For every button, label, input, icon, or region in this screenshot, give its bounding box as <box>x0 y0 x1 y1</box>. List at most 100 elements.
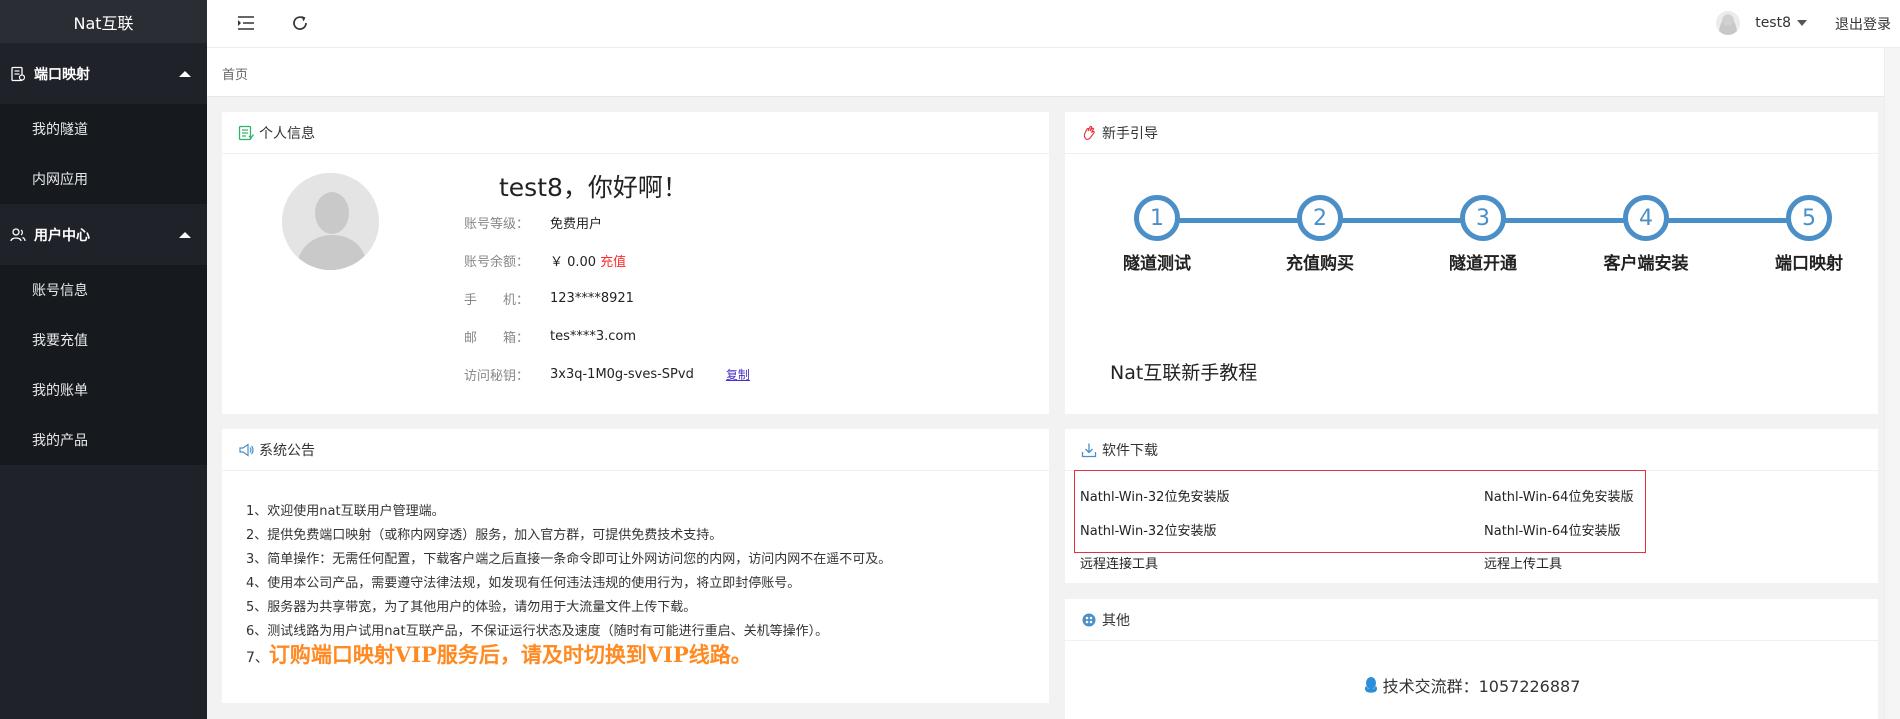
caret-down-icon <box>1797 20 1807 26</box>
download-win32-portable[interactable]: Nathl-Win-32位免安装版 <box>1080 486 1229 505</box>
menu-group-header-user-center[interactable]: 用户中心 <box>0 204 207 265</box>
card-title: 软件下载 <box>1102 442 1158 459</box>
recharge-link[interactable]: 充值 <box>600 251 626 270</box>
guide-card: 新手引导 1 隧道测试 2 充值购买 3 隧道开通 4 客户端安装 5 端口映射… <box>1065 112 1878 414</box>
megaphone-icon <box>237 441 255 459</box>
menu-group-items: 账号信息 我要充值 我的账单 我的产品 <box>0 265 207 465</box>
info-label: 账号等级： <box>464 216 530 232</box>
menu-group-label: 端口映射 <box>34 66 90 83</box>
download-card: 软件下载 Nathl-Win-32位免安装版 Nathl-Win-64位免安装版… <box>1065 429 1878 583</box>
caret-up-icon <box>179 70 191 77</box>
sidebar-item-account-info[interactable]: 账号信息 <box>0 265 207 315</box>
step-number: 3 <box>1460 195 1506 241</box>
download-highlight-box <box>1074 470 1646 553</box>
settings-dot-icon <box>1080 611 1098 629</box>
info-row-level: 账号等级： 免费用户 <box>464 212 602 232</box>
info-row-secret: 访问秘钥： 3x3q-1M0g-sves-SPvd 复制 <box>464 364 750 384</box>
step-label: 端口映射 <box>1775 254 1843 274</box>
greeting: test8，你好啊！ <box>499 173 688 202</box>
menu-group-label: 用户中心 <box>34 227 90 244</box>
brand-logo[interactable]: Nat互联 <box>0 0 207 43</box>
other-card: 其他 技术交流群：1057226887 <box>1065 599 1878 719</box>
avatar <box>1716 11 1741 35</box>
card-title: 系统公告 <box>259 442 315 459</box>
download-remote-tool[interactable]: 远程连接工具 <box>1080 553 1158 572</box>
announcement-item: 3、简单操作：无需任何配置，下载客户端之后直接一条命令即可让外网访问您的内网，访… <box>246 552 892 567</box>
download-win32-installer[interactable]: Nathl-Win-32位安装版 <box>1080 520 1216 539</box>
announcement-card: 系统公告 1、欢迎使用nat互联用户管理端。 2、提供免费端口映射（或称内网穿透… <box>222 429 1049 703</box>
guide-step-4[interactable]: 4 客户端安装 <box>1586 193 1706 274</box>
card-header: 其他 <box>1065 599 1878 641</box>
menu-group-user-center: 用户中心 账号信息 我要充值 我的账单 我的产品 <box>0 204 207 465</box>
qq-icon <box>1363 676 1379 694</box>
menu-group-port-mapping: 端口映射 我的隧道 内网应用 <box>0 43 207 204</box>
sidebar-item-intranet-apps[interactable]: 内网应用 <box>0 154 207 204</box>
port-mapping-icon <box>10 66 26 82</box>
info-row-balance: 账号余额： ￥ 0.00 充值 <box>464 250 626 270</box>
user-menu[interactable]: test8 <box>1716 9 1807 37</box>
sidebar-item-my-products[interactable]: 我的产品 <box>0 415 207 465</box>
info-row-email: 邮 箱： tes****3.com <box>464 326 636 346</box>
id-card-icon <box>237 124 255 142</box>
menu-group-items: 我的隧道 内网应用 <box>0 104 207 204</box>
announcement-item: 4、使用本公司产品，需要遵守法律法规，如发现有任何违法违规的使用行为，将立即封停… <box>246 576 801 591</box>
guide-step-1[interactable]: 1 隧道测试 <box>1097 193 1217 274</box>
card-title: 个人信息 <box>259 125 315 142</box>
card-title: 新手引导 <box>1102 125 1158 142</box>
announcement-highlight-text: 订购端口映射VIP服务后，请及时切换到VIP线路。 <box>268 642 752 667</box>
sidebar-item-my-tunnels[interactable]: 我的隧道 <box>0 104 207 154</box>
breadcrumb-home[interactable]: 首页 <box>222 64 248 83</box>
download-win64-portable[interactable]: Nathl-Win-64位免安装版 <box>1484 486 1633 505</box>
menu-collapse-icon[interactable] <box>236 13 256 33</box>
info-value: 3x3q-1M0g-sves-SPvd <box>550 366 694 382</box>
profile-card: 个人信息 test8，你好啊！ 账号等级： 免费用户 账号余额： ￥ 0.00 … <box>222 112 1049 414</box>
info-label: 邮 箱： <box>464 330 530 346</box>
scrollbar[interactable] <box>1884 48 1900 719</box>
card-header: 系统公告 <box>222 429 1049 471</box>
announcement-number: 7、 <box>246 650 269 666</box>
guide-step-5[interactable]: 5 端口映射 <box>1749 193 1869 274</box>
menu-group-header-port-mapping[interactable]: 端口映射 <box>0 43 207 104</box>
info-row-phone: 手 机： 123****8921 <box>464 288 634 308</box>
info-label: 手 机： <box>464 292 530 308</box>
download-remote-upload[interactable]: 远程上传工具 <box>1484 553 1562 572</box>
guide-step-3[interactable]: 3 隧道开通 <box>1423 193 1543 274</box>
sidebar: Nat互联 端口映射 我的隧道 内网应用 用户中心 账号信息 我要充值 我的账单… <box>0 0 207 719</box>
username: test8 <box>1755 15 1791 31</box>
step-label: 客户端安装 <box>1603 254 1689 274</box>
copy-key-link[interactable]: 复制 <box>726 366 750 383</box>
info-value: 123****8921 <box>550 290 634 306</box>
info-value: 免费用户 <box>550 216 603 232</box>
sidebar-item-recharge[interactable]: 我要充值 <box>0 315 207 365</box>
qq-group-text: 技术交流群：1057226887 <box>1382 677 1581 696</box>
step-number: 5 <box>1786 195 1832 241</box>
guide-step-2[interactable]: 2 充值购买 <box>1260 193 1380 274</box>
info-value: tes****3.com <box>550 328 637 344</box>
refresh-icon[interactable] <box>290 13 310 33</box>
info-label: 账号余额： <box>464 254 530 270</box>
download-win64-installer[interactable]: Nathl-Win-64位安装版 <box>1484 520 1620 539</box>
step-number: 2 <box>1297 195 1343 241</box>
card-header: 新手引导 <box>1065 112 1878 154</box>
hand-wave-icon <box>1080 124 1098 142</box>
card-header: 软件下载 <box>1065 429 1878 471</box>
sidebar-item-my-bills[interactable]: 我的账单 <box>0 365 207 415</box>
download-icon <box>1080 441 1098 459</box>
step-number: 1 <box>1134 195 1180 241</box>
step-number: 4 <box>1623 195 1669 241</box>
announcement-item: 2、提供免费端口映射（或称内网穿透）服务，加入官方群，可提供免费技术支持。 <box>246 528 723 543</box>
info-value: ￥ 0.00 <box>550 254 597 270</box>
announcement-highlight: 7、订购端口映射VIP服务后，请及时切换到VIP线路。 <box>246 639 752 669</box>
qq-group-line: 技术交流群：1057226887 <box>1065 673 1878 697</box>
info-label: 访问秘钥： <box>464 368 530 384</box>
user-center-icon <box>10 227 26 243</box>
card-header: 个人信息 <box>222 112 1049 154</box>
announcement-item: 1、欢迎使用nat互联用户管理端。 <box>246 504 445 519</box>
tutorial-link[interactable]: Nat互联新手教程 <box>1110 358 1257 385</box>
announcement-item: 6、测试线路为用户试用nat互联产品，不保证运行状态及速度（随时有可能进行重启、… <box>246 624 829 639</box>
logout-button[interactable]: 退出登录 <box>1835 14 1891 34</box>
step-label: 隧道测试 <box>1123 254 1191 274</box>
topbar: test8 退出登录 <box>207 0 1900 48</box>
step-label: 充值购买 <box>1286 254 1354 274</box>
step-label: 隧道开通 <box>1449 254 1517 274</box>
